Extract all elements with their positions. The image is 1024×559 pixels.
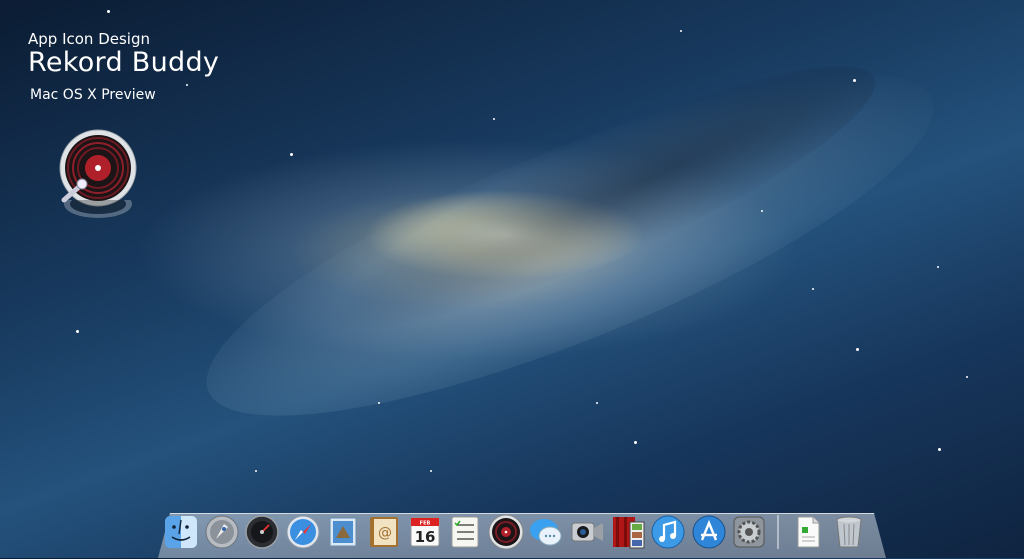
promo-text: App Icon Design Rekord Buddy Mac OS X Pr… bbox=[28, 30, 219, 104]
dock-item-facetime[interactable] bbox=[568, 513, 606, 551]
dock-item-document[interactable] bbox=[789, 513, 827, 551]
dock-item-app-store[interactable] bbox=[690, 513, 728, 551]
dock-item-trash[interactable] bbox=[830, 513, 868, 551]
dock-item-contacts[interactable]: @ bbox=[365, 513, 403, 551]
promo-title: Rekord Buddy bbox=[28, 47, 220, 78]
dashboard-icon bbox=[245, 515, 279, 549]
dock-item-photo-booth[interactable] bbox=[609, 513, 647, 551]
safari-icon bbox=[286, 515, 320, 549]
dock-item-finder[interactable] bbox=[162, 513, 200, 551]
promo-kicker: App Icon Design bbox=[28, 30, 150, 48]
dock-item-system-preferences[interactable] bbox=[730, 513, 768, 551]
itunes-icon bbox=[651, 515, 685, 549]
dock-item-mail[interactable] bbox=[324, 513, 362, 551]
dock-item-itunes[interactable] bbox=[649, 513, 687, 551]
vinyl-record-icon bbox=[58, 128, 138, 208]
svg-text:@: @ bbox=[378, 525, 392, 541]
app-store-icon bbox=[692, 515, 726, 549]
dock-item-launchpad[interactable] bbox=[203, 513, 241, 551]
trash-icon bbox=[836, 516, 861, 548]
document-icon bbox=[797, 516, 820, 548]
launchpad-icon bbox=[205, 515, 239, 549]
dock: @ FEB 16 bbox=[162, 503, 882, 551]
system-preferences-icon bbox=[733, 516, 765, 548]
calendar-month: FEB bbox=[419, 521, 430, 527]
dock-item-rekord-buddy[interactable] bbox=[487, 513, 525, 551]
finder-icon bbox=[165, 516, 197, 548]
messages-icon bbox=[530, 519, 562, 546]
contacts-icon: @ bbox=[369, 517, 398, 547]
dock-item-reminders[interactable] bbox=[446, 513, 484, 551]
dock-item-dashboard[interactable] bbox=[243, 513, 281, 551]
dock-item-safari[interactable] bbox=[284, 513, 322, 551]
dock-separator bbox=[776, 515, 779, 549]
dock-item-calendar[interactable]: FEB 16 bbox=[406, 513, 444, 551]
calendar-icon: FEB 16 bbox=[410, 517, 440, 547]
mail-icon bbox=[329, 517, 357, 547]
dock-item-messages[interactable] bbox=[527, 513, 565, 551]
calendar-day: 16 bbox=[414, 528, 435, 546]
vinyl-record-icon bbox=[488, 514, 524, 550]
vinyl-record-reflection bbox=[62, 200, 134, 226]
reminders-icon bbox=[451, 516, 479, 548]
facetime-icon bbox=[571, 522, 603, 542]
photo-booth-icon bbox=[612, 517, 645, 549]
promo-subtitle: Mac OS X Preview bbox=[30, 87, 156, 103]
